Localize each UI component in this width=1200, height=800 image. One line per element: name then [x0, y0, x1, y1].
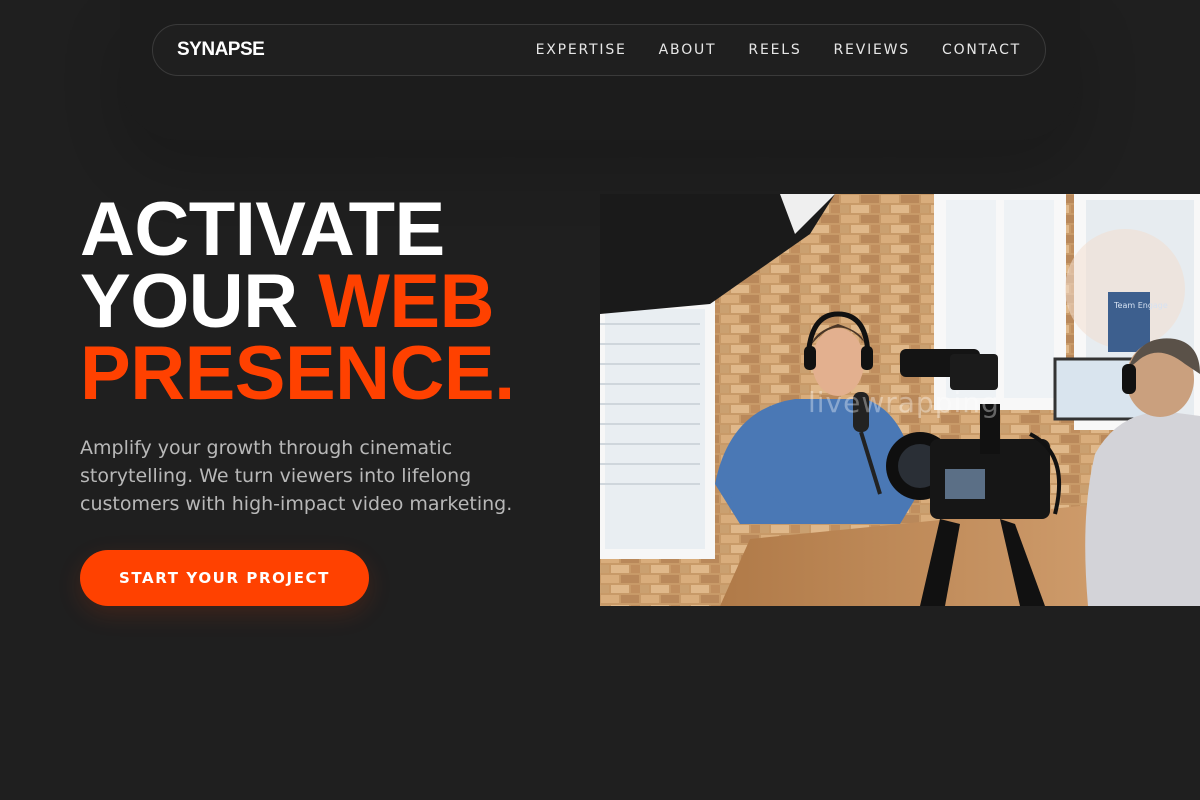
hero-headline: ACTIVATE YOUR WEB PRESENCE.: [80, 192, 515, 412]
page: SYNAPSE EXPERTISE ABOUT REELS REVIEWS CO…: [0, 0, 1200, 800]
hero-subtitle: Amplify your growth through cinematic st…: [80, 437, 513, 515]
wall-sign-text: Team Engage: [1113, 301, 1168, 310]
brand-logo[interactable]: SYNAPSE: [177, 39, 265, 61]
nav-links: EXPERTISE ABOUT REELS REVIEWS CONTACT: [536, 42, 1021, 58]
hero-image: Team Engage livewrapping: [600, 194, 1200, 606]
nav-link-expertise[interactable]: EXPERTISE: [536, 42, 627, 58]
top-navbar: SYNAPSE EXPERTISE ABOUT REELS REVIEWS CO…: [152, 24, 1046, 76]
nav-link-reviews[interactable]: REVIEWS: [834, 42, 910, 58]
image-watermark: livewrapping: [808, 386, 1000, 419]
start-project-button[interactable]: START YOUR PROJECT: [80, 550, 369, 606]
nav-link-about[interactable]: ABOUT: [659, 42, 717, 58]
nav-link-contact[interactable]: CONTACT: [942, 42, 1021, 58]
headline-line-3-accent: PRESENCE.: [80, 331, 515, 416]
nav-link-reels[interactable]: REELS: [748, 42, 801, 58]
